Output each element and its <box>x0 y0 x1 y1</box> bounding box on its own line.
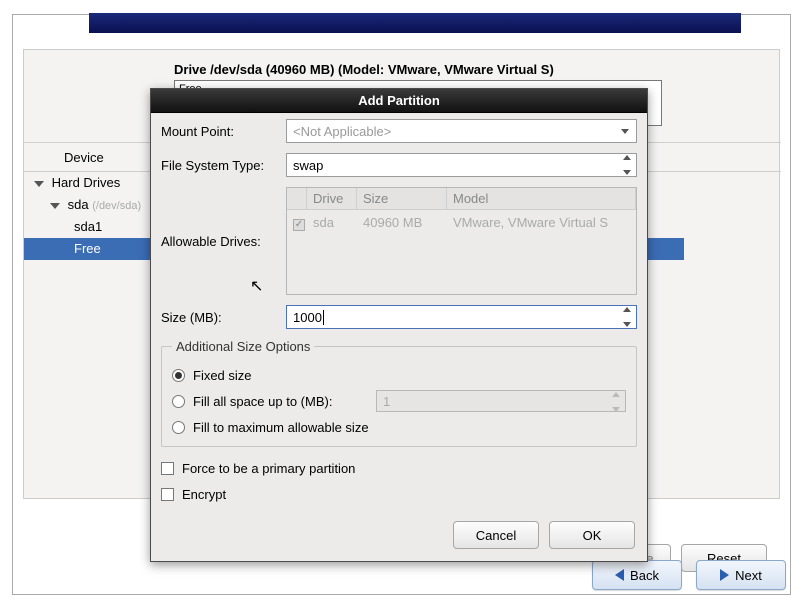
back-button[interactable]: Back <box>592 560 682 590</box>
size-options-group: Additional Size Options Fixed size Fill … <box>161 339 637 447</box>
drives-header-size: Size <box>357 188 447 209</box>
tree-row-sda1[interactable]: sda1 <box>24 216 164 238</box>
radio-fillup[interactable] <box>172 395 185 408</box>
button-label: Next <box>735 568 762 583</box>
expand-icon[interactable] <box>50 203 60 209</box>
encrypt-checkbox[interactable] <box>161 488 174 501</box>
tree-row-hard-drives[interactable]: Hard Drives <box>24 172 164 194</box>
dialog-buttons: Cancel OK <box>453 521 635 549</box>
force-primary-row[interactable]: Force to be a primary partition <box>161 455 637 481</box>
drives-header-check <box>287 188 307 209</box>
mount-point-label: Mount Point: <box>161 124 286 139</box>
device-tree: Hard Drives sda (/dev/sda) sda1 Free <box>24 172 164 260</box>
radio-label: Fixed size <box>193 368 252 383</box>
radio-fillup-row[interactable]: Fill all space up to (MB): 1 <box>172 388 626 414</box>
arrow-right-icon <box>720 569 729 581</box>
fillup-spin: 1 <box>376 390 626 412</box>
chevron-down-icon <box>618 124 632 138</box>
stepper-icon <box>620 155 634 175</box>
drive-checkbox[interactable]: ✓ <box>293 219 305 231</box>
size-input[interactable]: 1000 <box>286 305 637 329</box>
radio-label: Fill to maximum allowable size <box>193 420 369 435</box>
arrow-left-icon <box>615 569 624 581</box>
tree-path: (/dev/sda) <box>92 200 141 212</box>
stepper-icon[interactable] <box>620 307 634 327</box>
fs-type-combo[interactable]: swap <box>286 153 637 177</box>
radio-label: Fill all space up to (MB): <box>193 394 332 409</box>
drives-header-model: Model <box>447 188 636 209</box>
button-label: OK <box>583 528 602 543</box>
force-primary-checkbox[interactable] <box>161 462 174 475</box>
radio-fillmax-row[interactable]: Fill to maximum allowable size <box>172 414 626 440</box>
text-caret <box>323 310 324 325</box>
drive-model: VMware, VMware Virtual S <box>447 213 636 233</box>
size-value: 1000 <box>293 310 322 325</box>
tree-label: sda1 <box>74 219 102 234</box>
size-label: Size (MB): <box>161 310 286 325</box>
fs-type-label: File System Type: <box>161 158 286 173</box>
radio-fillmax[interactable] <box>172 421 185 434</box>
next-button[interactable]: Next <box>696 560 786 590</box>
window-titlebar <box>89 13 741 33</box>
cancel-button[interactable]: Cancel <box>453 521 539 549</box>
combo-value: <Not Applicable> <box>293 124 391 139</box>
allowable-drives-label: Allowable Drives: <box>161 234 286 249</box>
stepper-icon <box>609 392 623 412</box>
size-options-legend: Additional Size Options <box>172 339 314 354</box>
tree-header-device[interactable]: Device <box>24 150 104 165</box>
mount-point-combo[interactable]: <Not Applicable> <box>286 119 637 143</box>
tree-label: Hard Drives <box>52 175 121 190</box>
dialog-form: Mount Point: <Not Applicable> File Syste… <box>151 113 647 507</box>
dialog-title: Add Partition <box>151 89 647 113</box>
button-label: Back <box>630 568 659 583</box>
add-partition-dialog: Add Partition Mount Point: <Not Applicab… <box>150 88 648 562</box>
drive-summary-label: Drive /dev/sda (40960 MB) (Model: VMware… <box>174 62 554 77</box>
radio-fixed-row[interactable]: Fixed size <box>172 362 626 388</box>
tree-label: sda <box>68 197 89 212</box>
expand-icon[interactable] <box>34 181 44 187</box>
radio-fixed[interactable] <box>172 369 185 382</box>
drive-name: sda <box>307 213 357 233</box>
check-label: Force to be a primary partition <box>182 461 355 476</box>
tree-row-sda[interactable]: sda (/dev/sda) <box>24 194 164 216</box>
combo-value: swap <box>293 158 323 173</box>
drive-size: 40960 MB <box>357 213 447 233</box>
drives-header: Drive Size Model <box>287 188 636 210</box>
tree-label: Free <box>74 241 101 256</box>
drives-row[interactable]: ✓ sda 40960 MB VMware, VMware Virtual S <box>287 210 636 233</box>
check-label: Encrypt <box>182 487 226 502</box>
encrypt-row[interactable]: Encrypt <box>161 481 637 507</box>
button-label: Cancel <box>476 528 516 543</box>
allowable-drives-list[interactable]: Drive Size Model ✓ sda 40960 MB VMware, … <box>286 187 637 295</box>
fillup-value: 1 <box>383 394 390 409</box>
wizard-nav: Back Next <box>592 560 786 590</box>
drives-header-drive: Drive <box>307 188 357 209</box>
ok-button[interactable]: OK <box>549 521 635 549</box>
